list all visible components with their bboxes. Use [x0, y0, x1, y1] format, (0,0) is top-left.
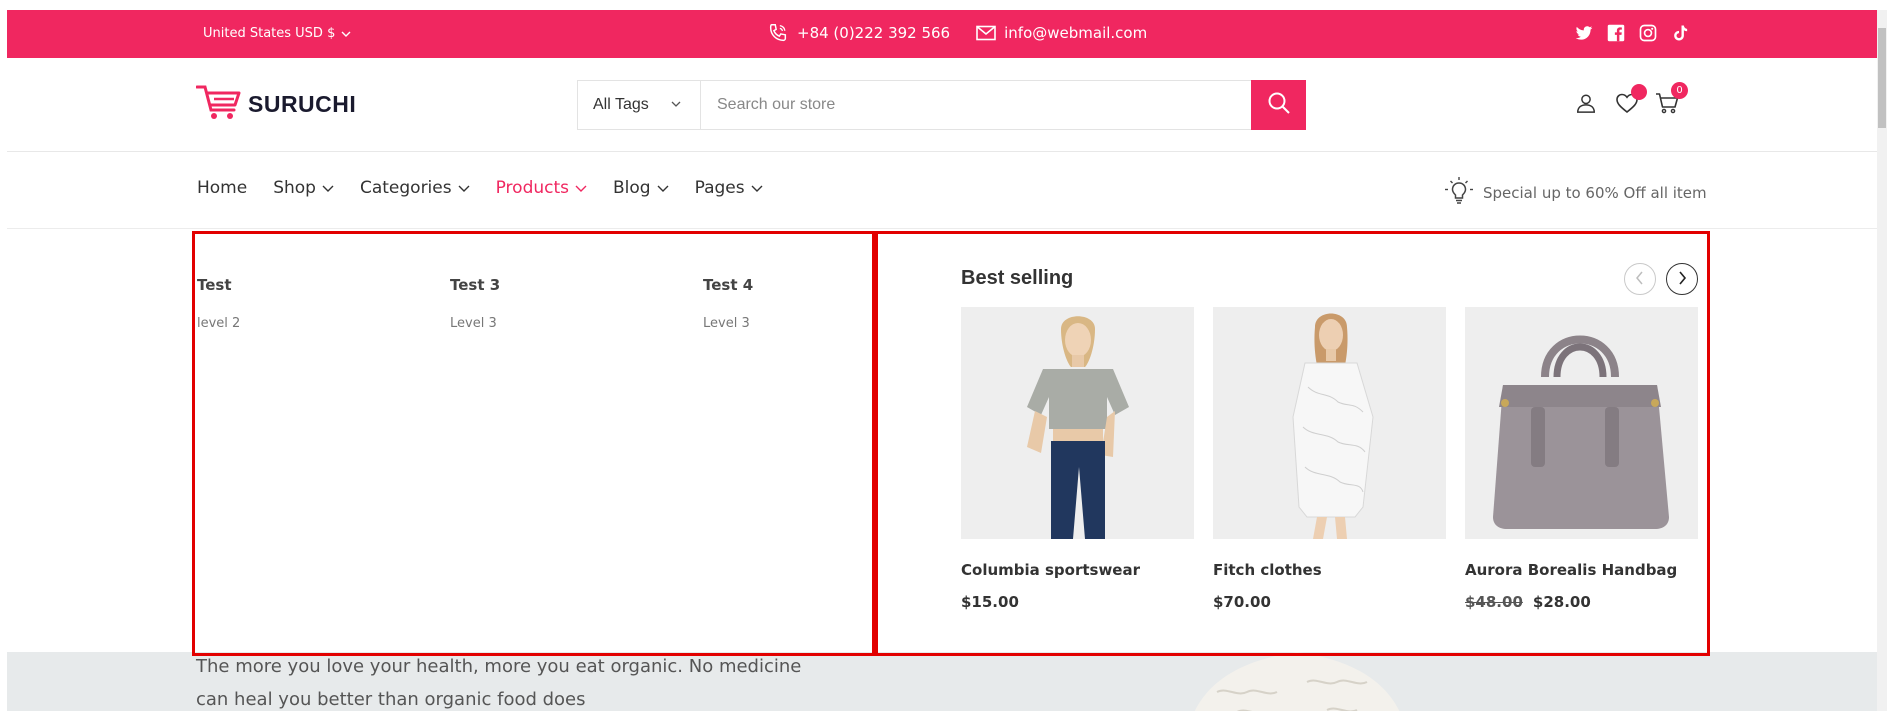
social-links: [1575, 24, 1689, 42]
nav-label: Shop: [273, 178, 316, 198]
twitter-icon[interactable]: [1575, 24, 1593, 42]
currency-selector[interactable]: United States USD $: [203, 26, 351, 41]
tag-select[interactable]: All Tags: [578, 81, 701, 129]
nav-label: Categories: [359, 178, 452, 198]
nav-item-shop[interactable]: Shop: [273, 178, 334, 198]
chevron-down-icon: [575, 178, 587, 198]
scrollbar-thumb[interactable]: [1878, 28, 1886, 128]
main-nav: Home Shop Categories Products Blog Pages: [7, 152, 1877, 229]
nav-item-products[interactable]: Products: [496, 178, 587, 198]
cart-count-badge: 0: [1671, 82, 1688, 99]
tiktok-icon[interactable]: [1671, 24, 1689, 42]
cart-logo-icon: [195, 83, 242, 125]
nav-item-home[interactable]: Home: [197, 178, 247, 198]
nav-item-categories[interactable]: Categories: [360, 178, 470, 198]
search-icon: [1267, 91, 1291, 119]
user-icon: [1575, 94, 1597, 118]
contact-info: +84 (0)222 392 566 info@webmail.com: [767, 22, 1147, 44]
highlight-box-menu-columns: [192, 231, 875, 656]
account-button[interactable]: [1575, 92, 1601, 118]
email-link[interactable]: info@webmail.com: [976, 24, 1147, 42]
phone-icon: [767, 22, 789, 44]
site-header: SURUCHI All Tags Search our store 0: [7, 58, 1877, 152]
search-bar: All Tags Search our store: [577, 80, 1306, 130]
chevron-down-icon: [458, 178, 470, 198]
cart-button[interactable]: 0: [1655, 82, 1688, 118]
nav-label: Products: [495, 178, 570, 198]
nav-label: Home: [197, 178, 248, 198]
logo[interactable]: SURUCHI: [195, 83, 357, 125]
tag-select-value: All Tags: [593, 96, 649, 113]
currency-label: United States USD $: [203, 26, 336, 41]
page: United States USD $ +84 (0)222 392 566 i…: [7, 10, 1877, 711]
nav-item-pages[interactable]: Pages: [695, 178, 763, 198]
email-address: info@webmail.com: [1004, 24, 1148, 42]
hero-banner: The more you love your health, more you …: [7, 652, 1877, 711]
banner-image: [1157, 652, 1437, 711]
chevron-down-icon: [671, 96, 681, 114]
chevron-down-icon: [657, 178, 669, 198]
logo-text: SURUCHI: [248, 90, 357, 117]
search-placeholder: Search our store: [717, 96, 836, 113]
instagram-icon[interactable]: [1639, 24, 1657, 42]
promo-notice: Special up to 60% Off all item: [1444, 176, 1707, 210]
cart-icon: [1655, 93, 1679, 118]
page-scrollbar[interactable]: [1877, 10, 1887, 711]
wishlist-button[interactable]: [1615, 84, 1647, 118]
header-actions: 0: [1575, 82, 1688, 118]
nav-label: Blog: [613, 178, 651, 198]
phone-number: +84 (0)222 392 566: [797, 24, 951, 42]
banner-text: The more you love your health, more you …: [196, 656, 802, 710]
highlight-box-best-selling: [875, 231, 1710, 656]
mail-icon: [976, 25, 996, 41]
phone-link[interactable]: +84 (0)222 392 566: [767, 22, 950, 44]
nav-item-blog[interactable]: Blog: [613, 178, 669, 198]
wishlist-indicator: [1631, 84, 1647, 100]
top-bar: United States USD $ +84 (0)222 392 566 i…: [7, 10, 1877, 58]
heart-icon: [1615, 93, 1639, 118]
promo-text: Special up to 60% Off all item: [1483, 184, 1707, 202]
chevron-down-icon: [322, 178, 334, 198]
facebook-icon[interactable]: [1607, 24, 1625, 42]
search-button[interactable]: [1251, 80, 1306, 130]
search-input[interactable]: Search our store: [701, 81, 1251, 129]
chevron-down-icon: [751, 178, 763, 198]
nav-label: Pages: [694, 178, 745, 198]
chevron-down-icon: [341, 29, 351, 39]
lightbulb-icon: [1444, 176, 1474, 210]
nav-menu: Home Shop Categories Products Blog Pages: [197, 178, 763, 198]
